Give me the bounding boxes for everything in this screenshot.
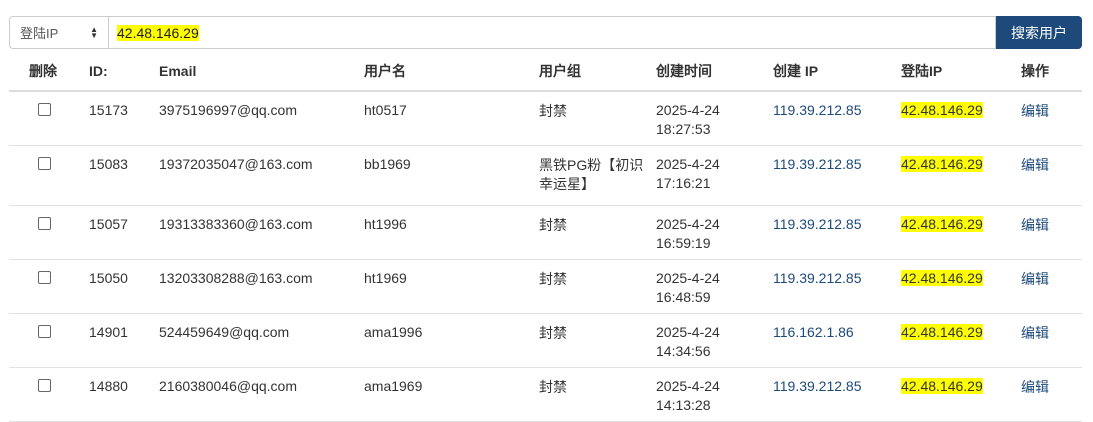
search-input-value: 42.48.146.29 xyxy=(117,24,199,41)
row-created-time: 16:48:59 xyxy=(656,288,711,305)
row-delete-checkbox[interactable] xyxy=(38,378,51,392)
row-id: 14880 xyxy=(89,377,128,394)
row-edit-link[interactable]: 编辑 xyxy=(1021,157,1049,173)
row-delete-checkbox[interactable] xyxy=(38,103,51,116)
row-delete-checkbox[interactable] xyxy=(38,156,51,170)
row-edit-link[interactable]: 编辑 xyxy=(1021,325,1049,341)
row-group: 封禁 xyxy=(539,216,567,233)
row-login-ip: 42.48.146.29 xyxy=(901,269,983,286)
row-created-ip: 116.162.1.86 xyxy=(773,323,854,340)
row-created-ip: 119.39.212.85 xyxy=(773,269,862,286)
search-users-button[interactable]: 搜索用户 xyxy=(996,16,1082,49)
table-row: 14901 524459649@qq.com ama1996 封禁 2025-4… xyxy=(9,313,1082,368)
row-email: 524459649@qq.com xyxy=(159,323,290,340)
header-email: Email xyxy=(159,52,364,92)
row-delete-checkbox[interactable] xyxy=(38,270,51,284)
row-created-date: 2025-4-24 xyxy=(656,323,720,340)
header-created-time: 创建时间 xyxy=(656,52,773,92)
row-id: 15057 xyxy=(89,215,128,232)
row-id: 14901 xyxy=(89,323,128,340)
row-created-ip: 119.39.212.85 xyxy=(773,377,862,394)
row-edit-link[interactable]: 编辑 xyxy=(1021,271,1049,287)
search-bar: 登陆IP ▲ ▼ 42.48.146.29 搜索用户 xyxy=(9,16,1082,49)
row-created-time: 16:59:19 xyxy=(656,234,711,251)
row-group: 封禁 xyxy=(539,103,567,119)
search-field-select[interactable]: 登陆IP ▲ ▼ xyxy=(9,16,109,49)
row-username: ht0517 xyxy=(364,102,407,118)
header-login-ip: 登陆IP xyxy=(901,52,1021,92)
table-row: 14880 2160380046@qq.com ama1969 封禁 2025-… xyxy=(9,367,1082,422)
row-username: bb1969 xyxy=(364,155,411,172)
row-group: 封禁 xyxy=(539,324,567,341)
table-row: 15083 19372035047@163.com bb1969 黑铁PG粉【初… xyxy=(9,145,1082,206)
row-created-ip: 119.39.212.85 xyxy=(773,155,862,172)
row-email: 13203308288@163.com xyxy=(159,269,313,286)
header-delete: 删除 xyxy=(9,52,89,92)
row-delete-checkbox[interactable] xyxy=(38,216,51,230)
row-id: 15083 xyxy=(89,155,128,172)
row-login-ip: 42.48.146.29 xyxy=(901,155,983,172)
select-arrows-icon: ▲ ▼ xyxy=(90,24,98,40)
row-id: 15173 xyxy=(89,102,128,118)
header-username: 用户名 xyxy=(364,52,539,92)
row-created-time: 18:27:53 xyxy=(656,121,711,137)
row-username: ama1969 xyxy=(364,377,423,394)
row-email: 19313383360@163.com xyxy=(159,215,313,232)
row-username: ama1996 xyxy=(364,323,423,340)
row-created-date: 2025-4-24 xyxy=(656,269,720,286)
header-actions: 操作 xyxy=(1021,52,1082,92)
row-login-ip: 42.48.146.29 xyxy=(901,215,983,232)
table-header-row: 删除 ID: Email 用户名 用户组 创建时间 创建 IP 登陆IP 操作 xyxy=(9,52,1082,92)
table-row: 15050 13203308288@163.com ht1969 封禁 2025… xyxy=(9,259,1082,314)
row-email: 3975196997@qq.com xyxy=(159,102,297,118)
table-row: 15057 19313383360@163.com ht1996 封禁 2025… xyxy=(9,205,1082,260)
row-edit-link[interactable]: 编辑 xyxy=(1021,379,1049,395)
row-created-ip: 119.39.212.85 xyxy=(773,102,862,118)
row-edit-link[interactable]: 编辑 xyxy=(1021,103,1049,119)
row-created-date: 2025-4-24 xyxy=(656,215,720,232)
row-group: 封禁 xyxy=(539,270,567,287)
row-login-ip: 42.48.146.29 xyxy=(901,102,983,118)
row-delete-checkbox[interactable] xyxy=(38,324,51,338)
row-created-date: 2025-4-24 xyxy=(656,102,720,118)
row-email: 19372035047@163.com xyxy=(159,155,313,172)
row-username: ht1996 xyxy=(364,215,407,232)
row-created-date: 2025-4-24 xyxy=(656,377,720,394)
header-id: ID: xyxy=(89,52,159,92)
header-group: 用户组 xyxy=(539,52,656,92)
row-created-time: 17:16:21 xyxy=(656,174,711,191)
row-login-ip: 42.48.146.29 xyxy=(901,323,983,340)
row-username: ht1969 xyxy=(364,269,407,286)
header-created-ip: 创建 IP xyxy=(773,52,901,92)
row-group: 封禁 xyxy=(539,378,567,395)
row-created-date: 2025-4-24 xyxy=(656,155,720,172)
row-created-ip: 119.39.212.85 xyxy=(773,215,862,232)
table-row: 15173 3975196997@qq.com ht0517 封禁 2025-4… xyxy=(9,91,1082,146)
row-id: 15050 xyxy=(89,269,128,286)
users-table: 删除 ID: Email 用户名 用户组 创建时间 创建 IP 登陆IP 操作 … xyxy=(9,52,1082,422)
row-email: 2160380046@qq.com xyxy=(159,377,297,394)
row-login-ip: 42.48.146.29 xyxy=(901,377,983,394)
row-group: 黑铁PG粉【初识幸运星】 xyxy=(539,156,644,192)
row-edit-link[interactable]: 编辑 xyxy=(1021,217,1049,233)
search-field-select-value: 登陆IP xyxy=(20,26,59,41)
search-input[interactable]: 42.48.146.29 xyxy=(109,16,996,49)
row-created-time: 14:34:56 xyxy=(656,342,711,359)
